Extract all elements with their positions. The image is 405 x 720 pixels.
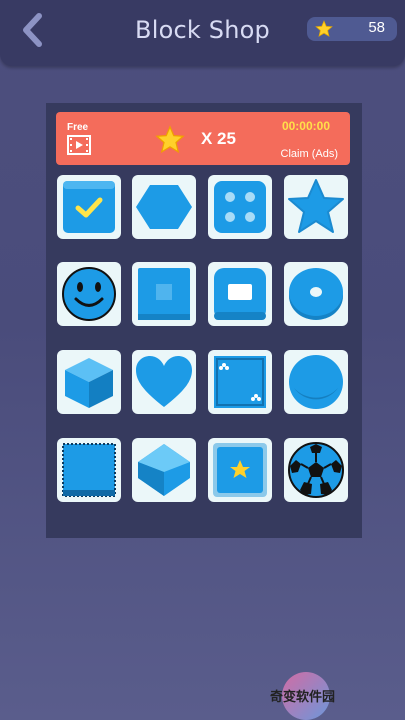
rounded-frame-block-icon (214, 268, 266, 320)
block-tile-gem[interactable] (132, 438, 196, 502)
cube-block-icon (65, 358, 113, 408)
block-tile-smiley[interactable] (57, 262, 121, 326)
reward-timer: 00:00:00 (281, 119, 330, 133)
block-tile-hexagon[interactable] (132, 175, 196, 239)
block-tile-star[interactable] (284, 175, 348, 239)
block-tile-square-inset[interactable] (132, 262, 196, 326)
heart-block-icon (136, 356, 192, 407)
free-label: Free (67, 122, 89, 133)
block-tile-sphere[interactable] (284, 350, 348, 414)
free-reward-banner[interactable]: Free X 25 00:00:00 Claim (Ads) (56, 112, 350, 165)
star-tile-block-icon (213, 443, 267, 497)
hexagon-block-icon (136, 185, 192, 229)
coin-count: 58 (368, 19, 385, 36)
sphere-block-icon (289, 355, 343, 409)
block-tile-cube[interactable] (57, 350, 121, 414)
reward-star-icon (155, 125, 185, 154)
checkmark-block-icon (63, 181, 115, 233)
star-block-icon (288, 179, 344, 233)
top-bar: Block Shop 58 (0, 0, 405, 66)
coin-balance: 58 (307, 17, 397, 41)
block-tile-star-tile[interactable] (208, 438, 272, 502)
block-tile-checkmark[interactable] (57, 175, 121, 239)
block-tile-heart[interactable] (132, 350, 196, 414)
card-clubs-block-icon (214, 356, 266, 408)
watermark-text: 奇变软件园 (270, 690, 336, 705)
soccer-ball-block-icon (288, 442, 344, 498)
block-tile-stamp[interactable] (57, 438, 121, 502)
gem-block-icon (138, 444, 190, 496)
donut-block-icon (289, 268, 343, 320)
star-icon (315, 20, 333, 37)
block-tile-rounded-frame[interactable] (208, 262, 272, 326)
reward-multiplier: X 25 (201, 129, 236, 148)
block-tile-soccer-ball[interactable] (284, 438, 348, 502)
dice-block-icon (214, 181, 266, 233)
smiley-block-icon (62, 267, 116, 321)
claim-ads-button[interactable]: Claim (Ads) (281, 148, 338, 160)
video-film-icon (67, 135, 91, 155)
block-tile-donut[interactable] (284, 262, 348, 326)
square-inset-block-icon (138, 268, 190, 320)
block-tile-card-clubs[interactable] (208, 350, 272, 414)
block-tile-dice[interactable] (208, 175, 272, 239)
stamp-block-icon (62, 443, 116, 497)
